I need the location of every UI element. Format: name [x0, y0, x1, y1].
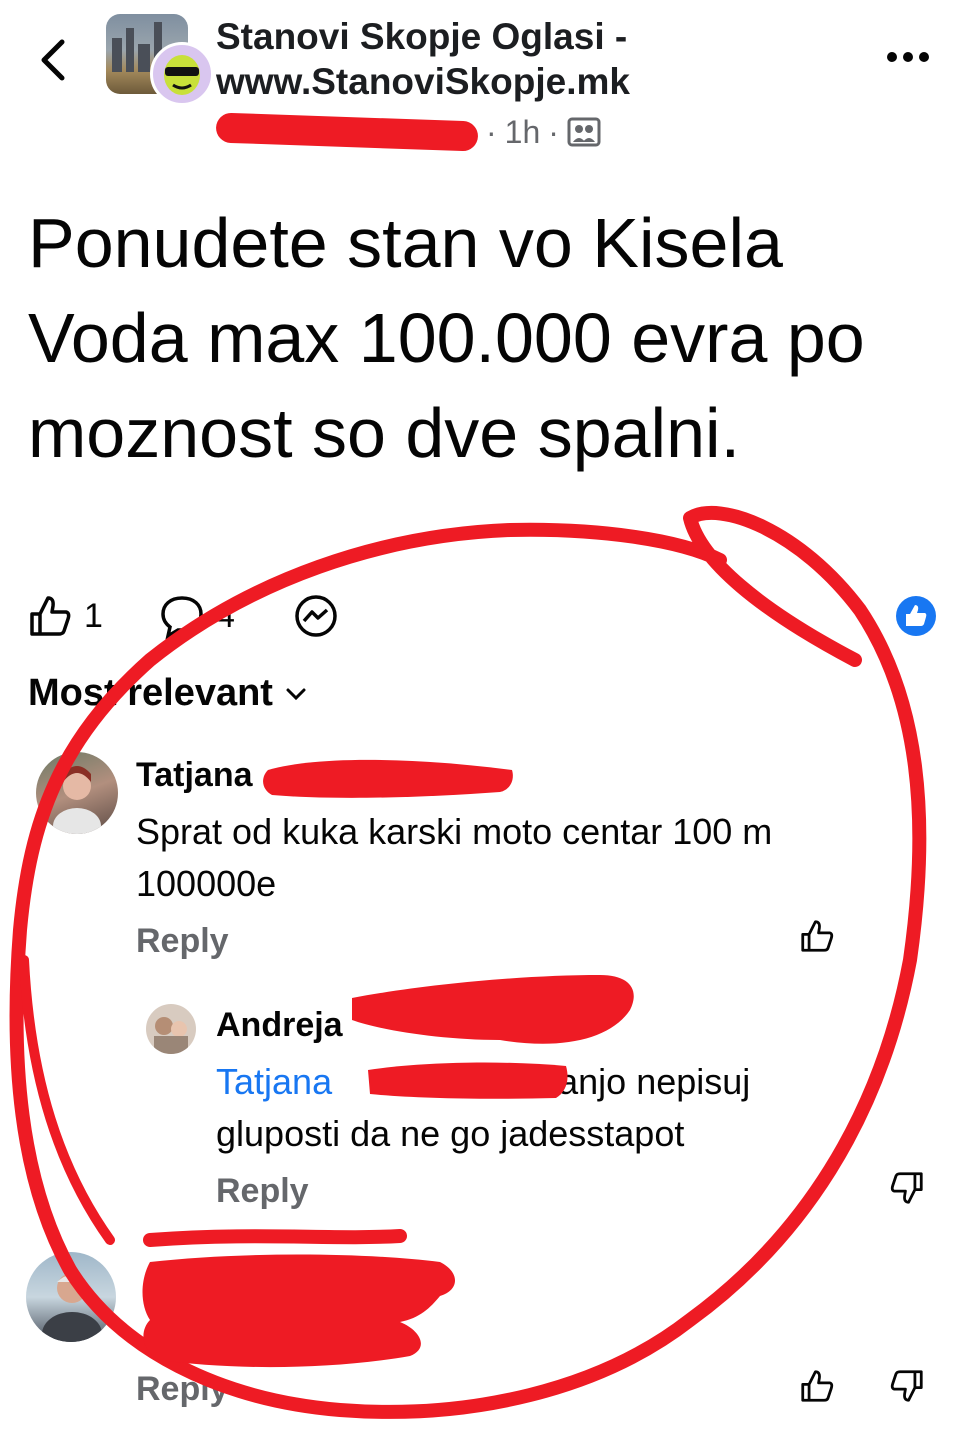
reply-text: Tatjana tanjo nepisuj gluposti da ne go … — [216, 1056, 916, 1160]
comment-author-name: Tatjana — [136, 756, 253, 794]
reply-author[interactable]: Andreja — [216, 1006, 343, 1045]
comment-dislike-button[interactable] — [888, 1168, 926, 1213]
group-members-icon — [567, 117, 601, 147]
post-meta: · 1h · — [215, 112, 601, 152]
comments-sort-dropdown[interactable]: Most relevant — [28, 672, 307, 715]
user-avatar-badge[interactable] — [150, 42, 214, 106]
chevron-down-icon — [286, 688, 306, 700]
comment-like-button[interactable] — [798, 916, 836, 961]
comment-text-line: 100000e — [136, 863, 277, 904]
thumbs-up-icon — [801, 920, 834, 952]
back-button[interactable] — [30, 30, 80, 90]
reply-text-line: tanjo nepisuj — [548, 1061, 751, 1102]
meta-separator: · — [486, 113, 497, 150]
commenter-avatar[interactable] — [36, 752, 118, 834]
thumbs-down-icon — [890, 1370, 923, 1402]
sort-label: Most relevant — [28, 672, 273, 714]
meta-separator-2: · — [548, 113, 559, 150]
chevron-left-icon — [41, 39, 65, 81]
reply-text-line: gluposti da ne go jadesstapot — [216, 1113, 685, 1154]
like-button[interactable]: 1 — [26, 592, 103, 640]
redaction-mark — [142, 1254, 455, 1368]
comment-like-button[interactable] — [798, 1366, 836, 1411]
messenger-icon — [295, 595, 337, 637]
comment-text-line: Sprat od kuka karski moto centar 100 m — [136, 811, 773, 852]
thumbs-up-icon — [801, 1370, 834, 1402]
reply-author-avatar[interactable] — [146, 1004, 196, 1054]
more-options-button[interactable] — [880, 42, 940, 72]
comment-bubble-icon — [161, 596, 203, 640]
redacted-author-name — [215, 112, 479, 152]
group-name[interactable]: Stanovi Skopje Oglasi - www.StanoviSkopj… — [216, 14, 736, 104]
comment-button[interactable]: 4 — [158, 592, 235, 640]
more-horizontal-icon — [887, 52, 929, 62]
comment-dislike-button[interactable] — [888, 1366, 926, 1411]
reply-button[interactable]: Reply — [216, 1172, 309, 1211]
mention-link[interactable]: Tatjana — [216, 1061, 332, 1102]
post-text: Ponudete stan vo Kisela Voda max 100.000… — [28, 204, 865, 472]
commenter-avatar[interactable] — [26, 1252, 116, 1342]
messenger-button[interactable] — [292, 592, 340, 640]
comment-author[interactable]: Tatjana — [136, 756, 253, 795]
cartoon-face-icon — [164, 55, 200, 95]
like-count: 1 — [84, 596, 103, 635]
comment-text: Sprat od kuka karski moto centar 100 m 1… — [136, 806, 916, 910]
reply-button[interactable]: Reply — [136, 922, 229, 961]
thumbs-down-icon — [890, 1172, 923, 1204]
reply-author-name: Andreja — [216, 1006, 343, 1044]
thumbs-up-icon — [30, 596, 71, 636]
redaction-mark — [263, 759, 513, 798]
reply-button[interactable]: Reply — [136, 1370, 229, 1409]
post-time[interactable]: 1h — [505, 114, 541, 151]
redaction-mark — [352, 975, 634, 1044]
comment-count: 4 — [216, 596, 235, 635]
like-reaction-icon[interactable] — [896, 596, 936, 636]
